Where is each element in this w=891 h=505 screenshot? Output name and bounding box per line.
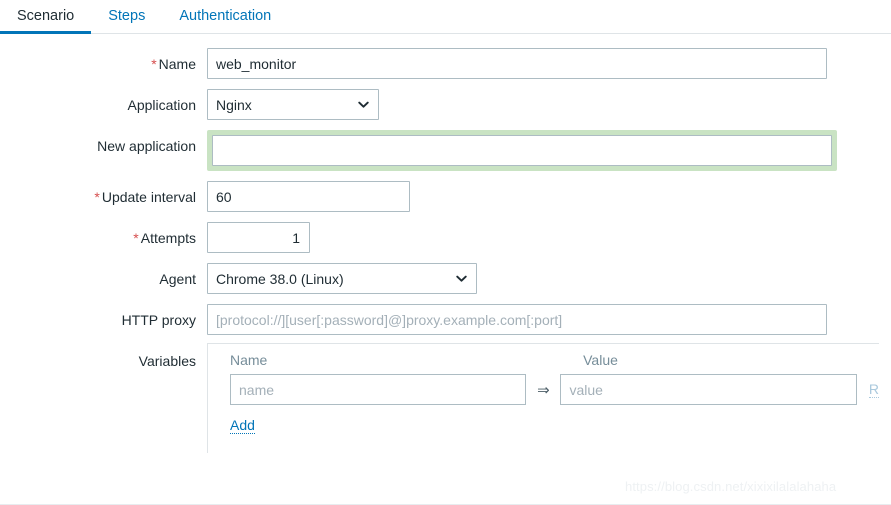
update-interval-input[interactable]	[207, 181, 410, 212]
application-select[interactable]: Nginx	[207, 89, 379, 120]
field-row-attempts: * Attempts	[0, 222, 891, 253]
label-name-text: Name	[158, 56, 196, 72]
label-new-application-text: New application	[97, 138, 196, 154]
label-application-text: Application	[127, 97, 197, 113]
scenario-form: *Name Application Nginx New application	[0, 34, 891, 453]
field-row-name: * Name	[0, 48, 891, 79]
variables-column-spacer	[550, 352, 583, 368]
label-variables: Variables	[0, 345, 207, 369]
field-application-wrap: Nginx	[207, 89, 379, 120]
chevron-down-icon	[357, 98, 370, 111]
label-http-proxy-text: HTTP proxy	[121, 312, 196, 328]
label-variables-text: Variables	[138, 353, 196, 369]
tab-bar: Scenario Steps Authentication	[0, 0, 891, 34]
chevron-down-icon	[455, 272, 468, 285]
tab-list: Scenario Steps Authentication	[0, 0, 891, 34]
variable-remove-link[interactable]: R	[868, 381, 879, 398]
label-http-proxy: HTTP proxy	[0, 304, 207, 328]
attempts-input[interactable]	[207, 222, 310, 253]
label-application: Application	[0, 89, 207, 113]
label-update-interval: * Update interval	[0, 181, 207, 205]
tab-scenario-label: Scenario	[17, 8, 75, 24]
label-name: * Name	[0, 48, 207, 72]
watermark-text: https://blog.csdn.net/xixixilalalahaha	[625, 479, 837, 494]
tab-steps-label: Steps	[108, 8, 146, 24]
name-input[interactable]	[207, 48, 827, 79]
tab-authentication-label: Authentication	[179, 8, 272, 24]
variables-row: ⇒ R	[230, 374, 879, 405]
label-update-interval-text: Update interval	[101, 189, 196, 205]
http-proxy-input[interactable]	[207, 304, 827, 335]
implies-arrow-icon: ⇒	[537, 381, 550, 399]
required-marker-name: *	[151, 56, 157, 72]
label-agent: Agent	[0, 263, 207, 287]
field-row-variables: Variables Name Value ⇒ R Add	[0, 343, 891, 453]
agent-select-value: Chrome 38.0 (Linux)	[216, 270, 344, 287]
variables-block: Name Value ⇒ R Add	[207, 343, 879, 453]
variables-header: Name Value	[230, 352, 879, 368]
application-select-value: Nginx	[216, 96, 252, 113]
new-application-input[interactable]	[212, 135, 832, 166]
focus-highlight-ring	[207, 130, 837, 171]
variable-value-input[interactable]	[560, 374, 857, 405]
agent-select[interactable]: Chrome 38.0 (Linux)	[207, 263, 477, 294]
label-attempts-text: Attempts	[140, 230, 196, 246]
label-agent-text: Agent	[159, 271, 196, 287]
field-row-agent: Agent Chrome 38.0 (Linux)	[0, 263, 891, 294]
required-marker-attempts: *	[133, 230, 139, 246]
field-name-wrap	[207, 48, 827, 79]
field-row-update-interval: * Update interval	[0, 181, 891, 212]
tab-authentication[interactable]: Authentication	[162, 1, 288, 33]
variable-name-input[interactable]	[230, 374, 527, 405]
field-row-http-proxy: HTTP proxy	[0, 304, 891, 335]
tab-steps[interactable]: Steps	[91, 1, 162, 33]
variables-column-name: Name	[230, 352, 268, 368]
variables-column-value: Value	[583, 352, 618, 368]
field-attempts-wrap	[207, 222, 310, 253]
label-new-application: New application	[0, 130, 207, 154]
tab-scenario[interactable]: Scenario	[0, 1, 92, 34]
field-row-application: Application Nginx	[0, 89, 891, 120]
field-row-new-application: New application	[0, 130, 891, 171]
field-update-interval-wrap	[207, 181, 410, 212]
required-marker-update-interval: *	[94, 189, 100, 205]
field-new-application-wrap	[207, 130, 837, 171]
field-agent-wrap: Chrome 38.0 (Linux)	[207, 263, 477, 294]
label-attempts: * Attempts	[0, 222, 207, 246]
variables-add-link[interactable]: Add	[230, 417, 255, 434]
field-http-proxy-wrap	[207, 304, 827, 335]
